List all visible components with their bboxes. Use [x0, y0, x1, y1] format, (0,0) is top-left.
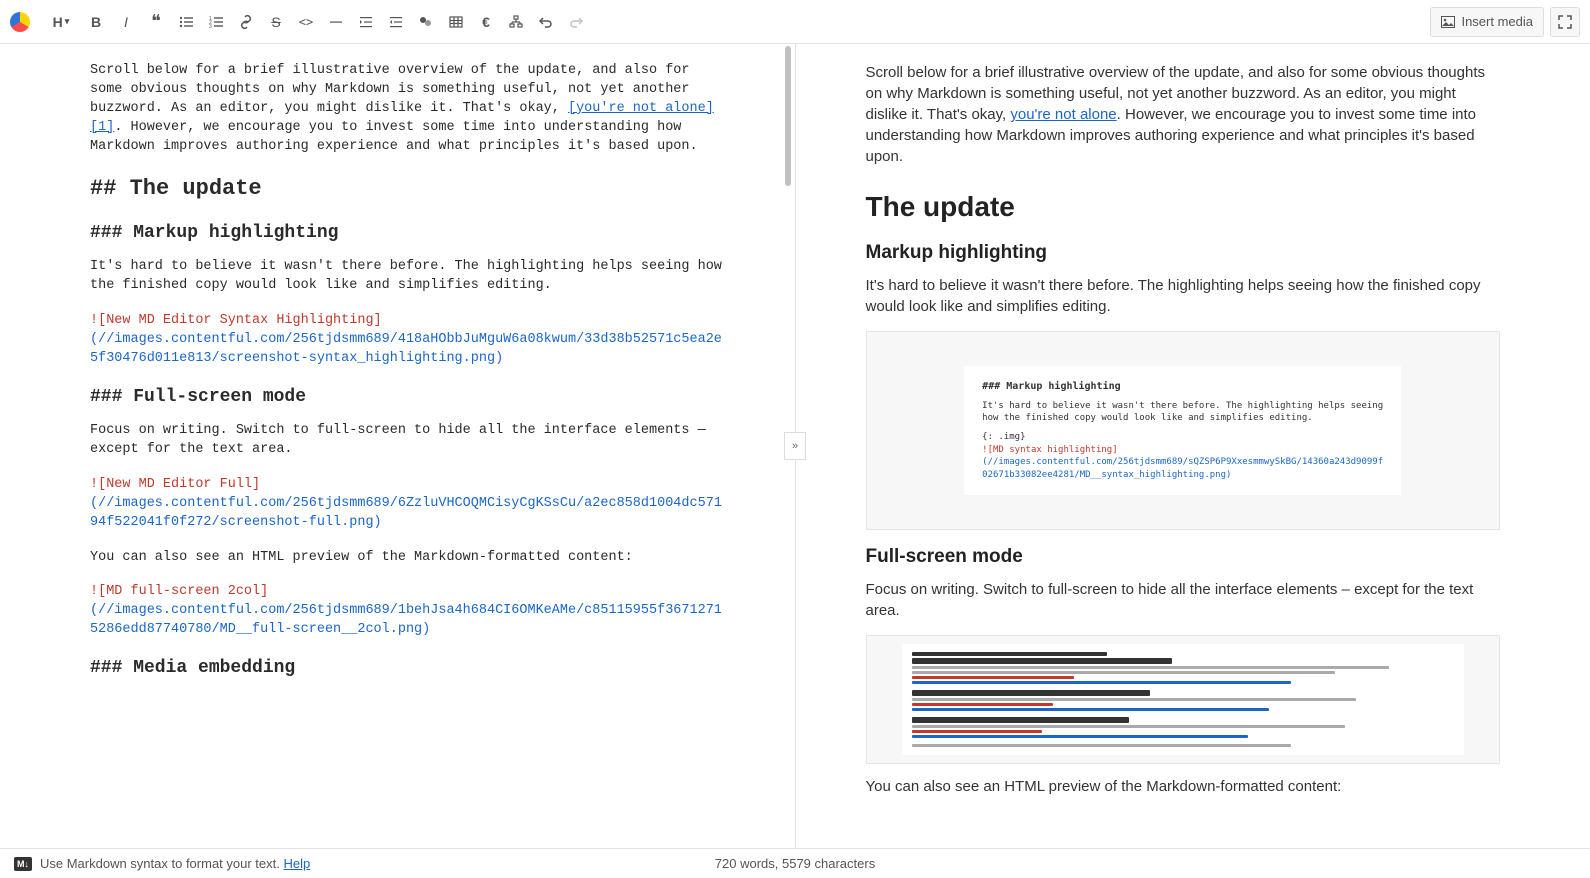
fullscreen-icon: [1558, 15, 1572, 29]
preview-paragraph: Scroll below for a brief illustrative ov…: [866, 62, 1501, 167]
editor-image-ref: ![New MD Editor Syntax Highlighting] (//…: [90, 312, 725, 369]
indent-button[interactable]: [352, 8, 380, 36]
collapse-splitter-button[interactable]: »: [784, 432, 806, 460]
main-area: Scroll below for a brief illustrative ov…: [0, 44, 1590, 848]
code-button[interactable]: <>: [292, 8, 320, 36]
preview-image: [866, 635, 1501, 764]
insert-media-label: Insert media: [1461, 14, 1533, 29]
outdent-button[interactable]: [382, 8, 410, 36]
status-bar: M↓ Use Markdown syntax to format your te…: [0, 848, 1590, 878]
redo-button[interactable]: [562, 8, 590, 36]
preview-image: ### Markup highlighting It's hard to bel…: [866, 331, 1501, 531]
ol-button[interactable]: 123: [202, 8, 230, 36]
bold-button[interactable]: B: [82, 8, 110, 36]
preview-h2: The update: [866, 187, 1501, 226]
insert-media-button[interactable]: Insert media: [1430, 7, 1544, 37]
preview-paragraph: Focus on writing. Switch to full-screen …: [866, 579, 1501, 621]
image-icon: [1441, 16, 1455, 28]
special-char-button[interactable]: €: [472, 8, 500, 36]
markdown-icon: M↓: [14, 857, 32, 871]
quote-button[interactable]: ❝: [142, 8, 170, 36]
help-link[interactable]: Help: [283, 856, 310, 871]
strike-button[interactable]: S: [262, 8, 290, 36]
ul-button[interactable]: [172, 8, 200, 36]
preview-link[interactable]: you're not alone: [1010, 106, 1116, 123]
fullscreen-button[interactable]: [1550, 7, 1580, 37]
table-button[interactable]: [442, 8, 470, 36]
embed-button[interactable]: [412, 8, 440, 36]
editor-h3: ### Media embedding: [90, 656, 725, 681]
heading-dropdown[interactable]: H▾: [42, 8, 80, 36]
brand-logo: [10, 12, 30, 32]
preview-paragraph: You can also see an HTML preview of the …: [866, 776, 1501, 797]
editor-paragraph: It's hard to believe it wasn't there bef…: [90, 258, 725, 296]
toolbar-right: Insert media: [1430, 7, 1580, 37]
scrollbar-thumb[interactable]: [785, 46, 791, 186]
undo-button[interactable]: [532, 8, 560, 36]
hr-button[interactable]: [322, 8, 350, 36]
italic-button[interactable]: I: [112, 8, 140, 36]
editor-image-ref: ![MD full-screen 2col] (//images.content…: [90, 583, 725, 640]
markdown-editor-pane[interactable]: Scroll below for a brief illustrative ov…: [0, 44, 796, 848]
preview-pane: Scroll below for a brief illustrative ov…: [796, 44, 1590, 848]
toolbar: H▾ B I ❝ 123 S <> € Insert media: [0, 0, 1590, 44]
toolbar-left: H▾ B I ❝ 123 S <> €: [10, 8, 590, 36]
organize-button[interactable]: [502, 8, 530, 36]
status-help-text: Use Markdown syntax to format your text.…: [40, 856, 310, 871]
editor-h3: ### Full-screen mode: [90, 385, 725, 410]
status-counts: 720 words, 5579 characters: [715, 856, 875, 871]
editor-paragraph: You can also see an HTML preview of the …: [90, 549, 725, 568]
svg-text:3: 3: [209, 24, 212, 29]
editor-h3: ### Markup highlighting: [90, 221, 725, 246]
editor-h2: ## The update: [90, 174, 725, 205]
editor-image-ref: ![New MD Editor Full] (//images.contentf…: [90, 476, 725, 533]
editor-paragraph: Scroll below for a brief illustrative ov…: [90, 62, 725, 156]
editor-paragraph: Focus on writing. Switch to full-screen …: [90, 422, 725, 460]
preview-h3: Markup highlighting: [866, 240, 1501, 267]
link-button[interactable]: [232, 8, 260, 36]
preview-h3: Full-screen mode: [866, 544, 1501, 571]
preview-paragraph: It's hard to believe it wasn't there bef…: [866, 275, 1501, 317]
